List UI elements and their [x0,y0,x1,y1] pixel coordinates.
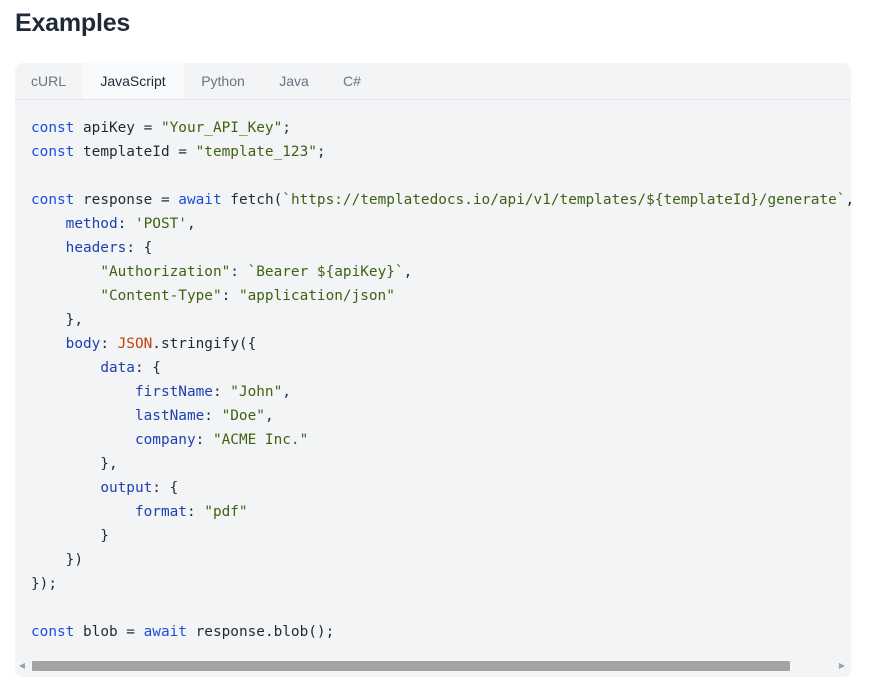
tab-javascript[interactable]: JavaScript [82,63,184,99]
code-line: }, [31,456,118,472]
code-example-card: cURL JavaScript Python Java C# const api… [15,63,851,677]
chevron-right-icon[interactable]: ▶ [837,659,847,673]
tab-python[interactable]: Python [184,63,262,99]
code-line: ​ [31,596,851,620]
code-line: "Authorization": `Bearer ${apiKey}`, [100,264,413,280]
code-line: format: "pdf" [134,504,248,520]
chevron-left-icon[interactable]: ◀ [17,659,27,673]
code-line: lastName: "Doe", [134,408,274,424]
code-line: output: { [100,480,179,496]
code-line: } [31,528,109,544]
tab-java[interactable]: Java [262,63,326,99]
code-line: const apiKey = "Your_API_Key"; [31,120,291,136]
code-line: const blob = await response.blob(); [31,624,335,640]
code-line: }, [31,312,83,328]
code-line: "Content-Type": "application/json" [100,288,395,304]
code-line: body: JSON.stringify({ [65,336,257,352]
tab-csharp[interactable]: C# [326,63,378,99]
code-line: method: 'POST', [65,216,196,232]
code-line: ​ [31,164,851,188]
tab-curl[interactable]: cURL [15,63,82,99]
code-line: firstName: "John", [134,384,291,400]
code-line: headers: { [65,240,153,256]
code-line: company: "ACME Inc." [134,432,309,448]
code-line: data: { [100,360,161,376]
scrollbar-thumb[interactable] [32,661,790,671]
code-line: const templateId = "template_123"; [31,144,326,160]
page-title: Examples [15,9,131,37]
code-line: }) [31,552,83,568]
code-line: }); [31,576,57,592]
code-content: const apiKey = "Your_API_Key";const temp… [31,116,851,644]
code-block[interactable]: const apiKey = "Your_API_Key";const temp… [15,100,851,657]
horizontal-scrollbar[interactable]: ◀ ▶ [15,659,851,673]
language-tab-bar: cURL JavaScript Python Java C# [15,63,851,100]
code-line: const response = await fetch(`https://te… [31,192,851,208]
